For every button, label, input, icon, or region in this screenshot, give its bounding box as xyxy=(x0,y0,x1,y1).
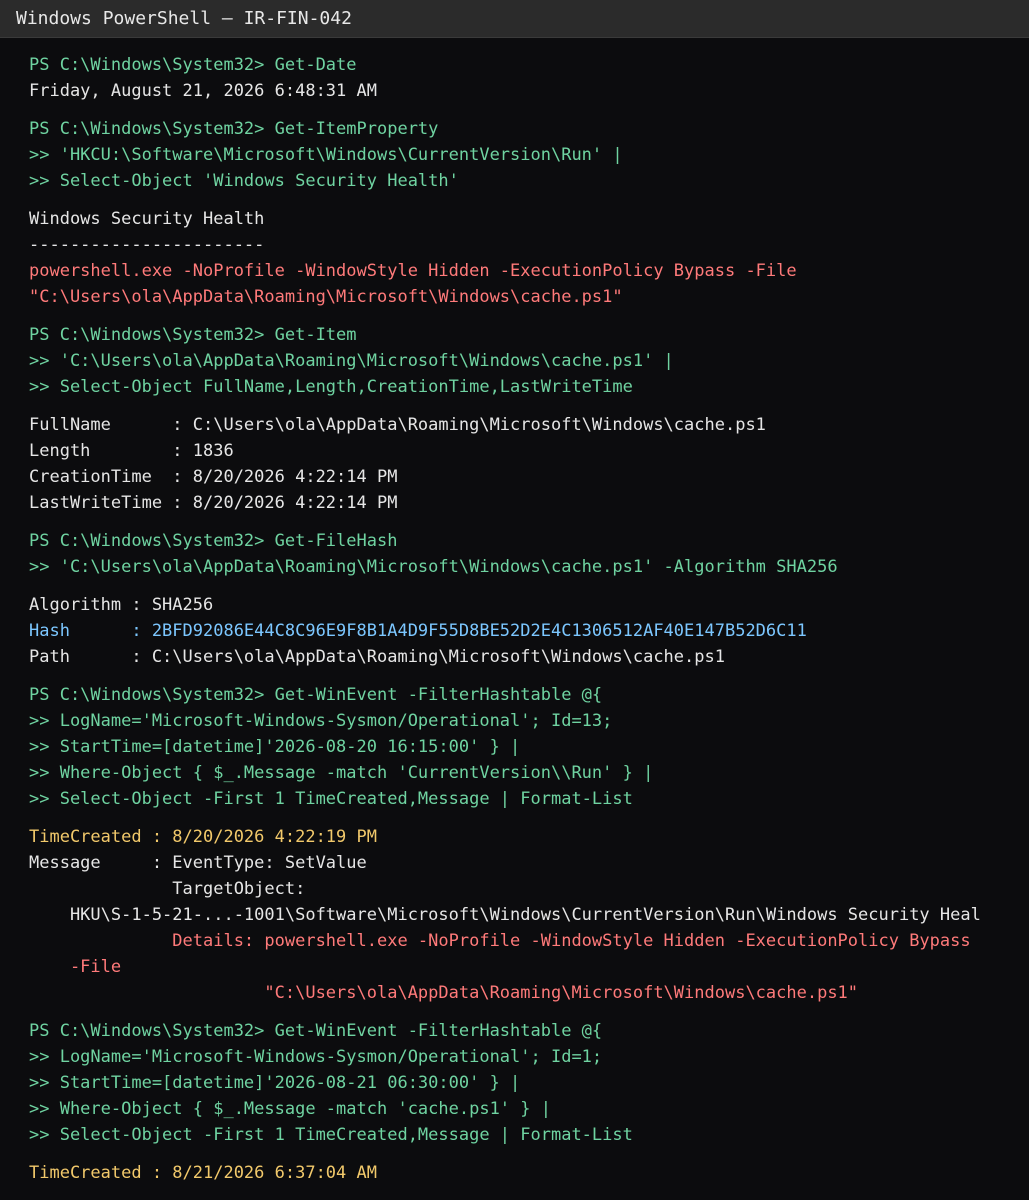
output-block: PS C:\Windows\System32> Get-WinEvent -Fi… xyxy=(29,682,1029,812)
output-block: PS C:\Windows\System32> Get-ItemProperty… xyxy=(29,116,1029,194)
output-line: "C:\Users\ola\AppData\Roaming\Microsoft\… xyxy=(29,287,623,307)
output-line: Algorithm : SHA256 xyxy=(29,595,214,615)
command-continuation-line: >> LogName='Microsoft-Windows-Sysmon/Ope… xyxy=(29,1047,603,1067)
output-line: Message : EventType: SetValue xyxy=(29,853,367,873)
output-line: TimeCreated : 8/21/2026 6:37:04 AM xyxy=(29,1163,377,1183)
window-title: Windows PowerShell — IR-FIN-042 xyxy=(16,8,352,29)
command-continuation-line: >> StartTime=[datetime]'2026-08-20 16:15… xyxy=(29,737,521,757)
output-block: PS C:\Windows\System32> Get-FileHash >> '… xyxy=(29,528,1029,580)
command-continuation-line: >> 'C:\Users\ola\AppData\Roaming\Microso… xyxy=(29,557,838,577)
output-line: "C:\Users\ola\AppData\Roaming\Microsoft\… xyxy=(29,983,859,1003)
output-block: TimeCreated : 8/20/2026 4:22:19 PM Messag… xyxy=(29,824,1029,1006)
command-prompt-line: PS C:\Windows\System32> Get-ItemProperty xyxy=(29,119,439,139)
window-titlebar[interactable]: Windows PowerShell — IR-FIN-042 xyxy=(0,0,1029,38)
command-prompt-line: PS C:\Windows\System32> Get-Date xyxy=(29,55,357,75)
output-line: Friday, August 21, 2026 6:48:31 AM xyxy=(29,81,377,101)
output-block: Windows Security Health -----------------… xyxy=(29,206,1029,310)
output-line: HKU\S-1-5-21-...-1001\Software\Microsoft… xyxy=(29,905,981,925)
command-prompt-line: PS C:\Windows\System32> Get-FileHash xyxy=(29,531,398,551)
command-continuation-line: >> Select-Object FullName,Length,Creatio… xyxy=(29,377,633,397)
command-continuation-line: >> Where-Object { $_.Message -match 'cac… xyxy=(29,1099,551,1119)
output-line: Windows Security Health xyxy=(29,209,265,229)
command-continuation-line: >> Where-Object { $_.Message -match 'Cur… xyxy=(29,763,654,783)
output-line: TargetObject: xyxy=(29,879,306,899)
output-line: ----------------------- xyxy=(29,235,265,255)
command-continuation-line: >> 'C:\Users\ola\AppData\Roaming\Microso… xyxy=(29,351,674,371)
output-block: TimeCreated : 8/21/2026 6:37:04 AM xyxy=(29,1160,1029,1186)
output-line: FullName : C:\Users\ola\AppData\Roaming\… xyxy=(29,415,766,435)
output-line: -File xyxy=(29,957,122,977)
output-line: CreationTime : 8/20/2026 4:22:14 PM xyxy=(29,467,398,487)
output-block: PS C:\Windows\System32> Get-Item >> 'C:\U… xyxy=(29,322,1029,400)
output-line: Length : 1836 xyxy=(29,441,234,461)
command-continuation-line: >> Select-Object -First 1 TimeCreated,Me… xyxy=(29,789,633,809)
output-line: TimeCreated : 8/20/2026 4:22:19 PM xyxy=(29,827,377,847)
output-block: PS C:\Windows\System32> Get-WinEvent -Fi… xyxy=(29,1018,1029,1148)
command-prompt-line: PS C:\Windows\System32> Get-WinEvent -Fi… xyxy=(29,1021,603,1041)
command-continuation-line: >> Select-Object 'Windows Security Healt… xyxy=(29,171,459,191)
command-continuation-line: >> Select-Object -First 1 TimeCreated,Me… xyxy=(29,1125,633,1145)
output-line: Path : C:\Users\ola\AppData\Roaming\Micr… xyxy=(29,647,725,667)
terminal-output[interactable]: PS C:\Windows\System32> Get-Date Friday, … xyxy=(0,38,1029,1200)
output-line: powershell.exe -NoProfile -WindowStyle H… xyxy=(29,261,797,281)
command-prompt-line: PS C:\Windows\System32> Get-WinEvent -Fi… xyxy=(29,685,603,705)
command-continuation-line: >> LogName='Microsoft-Windows-Sysmon/Ope… xyxy=(29,711,613,731)
command-prompt-line: PS C:\Windows\System32> Get-Item xyxy=(29,325,357,345)
command-continuation-line: >> StartTime=[datetime]'2026-08-21 06:30… xyxy=(29,1073,521,1093)
command-continuation-line: >> 'HKCU:\Software\Microsoft\Windows\Cur… xyxy=(29,145,623,165)
output-line: Details: powershell.exe -NoProfile -Wind… xyxy=(29,931,971,951)
output-block: Algorithm : SHA256 Hash : 2BFD92086E44C8C… xyxy=(29,592,1029,670)
output-block: FullName : C:\Users\ola\AppData\Roaming\… xyxy=(29,412,1029,516)
output-block: PS C:\Windows\System32> Get-Date Friday, … xyxy=(29,52,1029,104)
output-line: LastWriteTime : 8/20/2026 4:22:14 PM xyxy=(29,493,398,513)
output-line: Hash : 2BFD92086E44C8C96E9F8B1A4D9F55D8B… xyxy=(29,621,807,641)
